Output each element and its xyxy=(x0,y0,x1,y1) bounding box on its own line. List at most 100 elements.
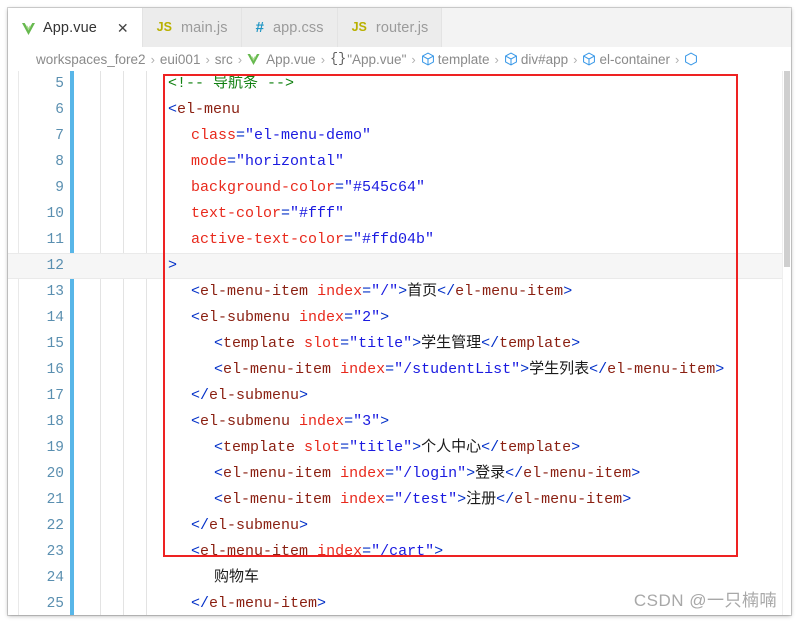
token-val: "#ffd04b" xyxy=(353,231,435,248)
code-line[interactable]: 10 text-color="#fff" xyxy=(8,201,791,227)
token-punct: < xyxy=(191,413,201,430)
close-icon[interactable]: ✕ xyxy=(117,21,129,35)
token-tag: template xyxy=(223,439,296,456)
token-tag: el-submenu xyxy=(200,413,291,430)
code-line[interactable]: 14 <el-submenu index="2"> xyxy=(8,305,791,331)
token-punct: = xyxy=(385,491,395,508)
code-text: mode="horizontal" xyxy=(191,149,344,175)
js-icon: JS xyxy=(156,20,172,35)
tab-router-js[interactable]: JS router.js xyxy=(337,8,443,47)
breadcrumb-item-app-vue-symbol[interactable]: {} "App.vue" xyxy=(330,52,406,67)
tab-main-js[interactable]: JS main.js xyxy=(142,8,242,47)
token-punct: < xyxy=(191,543,201,560)
code-text: <el-menu-item index="/studentList">学生列表<… xyxy=(214,357,724,383)
token-punct: < xyxy=(214,465,224,482)
line-number: 17 xyxy=(46,388,64,404)
token-attr: index xyxy=(340,491,386,508)
tab-label: App.vue xyxy=(43,19,97,36)
watermark: CSDN @一只楠喃 xyxy=(633,591,777,610)
line-number: 25 xyxy=(46,596,64,612)
breadcrumb: workspaces_fore2 › eui001 › src › App.vu… xyxy=(8,47,791,71)
code-text: <el-submenu index="3"> xyxy=(191,409,389,435)
line-number: 5 xyxy=(55,76,64,92)
token-punct: = xyxy=(385,361,395,378)
code-line[interactable]: 13 <el-menu-item index="/">首页</el-menu-it… xyxy=(8,279,791,305)
line-number: 20 xyxy=(46,466,64,482)
vertical-scrollbar[interactable] xyxy=(782,71,791,615)
token-text: 学生管理 xyxy=(421,335,482,352)
line-number: 14 xyxy=(46,310,64,326)
token-punct: </ xyxy=(191,387,210,404)
js-icon: JS xyxy=(351,20,367,35)
code-editor[interactable]: 5 <!-- 导航条 --> 6 <el-menu 7 class="el-menu-de… xyxy=(8,71,791,615)
token-punct: = xyxy=(281,205,291,222)
breadcrumb-item-src[interactable]: src xyxy=(215,52,233,67)
token-punct: < xyxy=(214,361,224,378)
tab-app-css[interactable]: # app.css xyxy=(241,8,338,47)
code-line[interactable]: 20 <el-menu-item index="/login">登录</el-me… xyxy=(8,461,791,487)
scrollbar-thumb[interactable] xyxy=(784,71,790,267)
line-number: 24 xyxy=(46,570,64,586)
code-line[interactable]: 23 <el-menu-item index="/cart"> xyxy=(8,539,791,565)
token-val: "/cart" xyxy=(371,543,435,560)
code-line[interactable]: 21 <el-menu-item index="/test">注册</el-men… xyxy=(8,487,791,513)
breadcrumb-separator: › xyxy=(675,51,680,67)
code-line[interactable]: 9 background-color="#545c64" xyxy=(8,175,791,201)
breadcrumb-item-div-app[interactable]: div#app xyxy=(504,52,568,67)
code-line[interactable]: 16 <el-menu-item index="/studentList">学生列… xyxy=(8,357,791,383)
token-punct: = xyxy=(385,465,395,482)
breadcrumb-item-template[interactable]: template xyxy=(421,52,489,67)
token-punct: </ xyxy=(437,283,456,300)
line-number: 22 xyxy=(46,518,64,534)
token-punct: </ xyxy=(496,491,515,508)
code-line[interactable]: 17 </el-submenu> xyxy=(8,383,791,409)
token-text: 个人中心 xyxy=(421,439,482,456)
code-line[interactable]: 18 <el-submenu index="3"> xyxy=(8,409,791,435)
line-number: 13 xyxy=(46,284,64,300)
code-line[interactable]: 15 <template slot="title">学生管理</template> xyxy=(8,331,791,357)
code-line[interactable]: 5 <!-- 导航条 --> xyxy=(8,71,791,97)
token-attr: background-color xyxy=(191,179,336,196)
code-line[interactable]: 7 class="el-menu-demo" xyxy=(8,123,791,149)
token-punct: = xyxy=(236,127,246,144)
token-text: 注册 xyxy=(466,491,497,508)
code-line[interactable]: 6 <el-menu xyxy=(8,97,791,123)
token-punct: > xyxy=(466,465,476,482)
code-text: <template slot="title">学生管理</template> xyxy=(214,331,580,357)
breadcrumb-item-app-vue[interactable]: App.vue xyxy=(247,52,316,67)
code-line[interactable]: 19 <template slot="title">个人中心</template> xyxy=(8,435,791,461)
token-punct: > xyxy=(299,517,309,534)
breadcrumb-item-truncated[interactable] xyxy=(684,52,700,66)
token-punct: < xyxy=(214,439,224,456)
vue-icon xyxy=(22,22,35,35)
line-number: 19 xyxy=(46,440,64,456)
code-text: <el-menu xyxy=(168,97,240,123)
code-line[interactable]: 11 active-text-color="#ffd04b" xyxy=(8,227,791,253)
breadcrumb-item-eui001[interactable]: eui001 xyxy=(160,52,201,67)
line-number: 8 xyxy=(55,154,64,170)
token-comment: <!-- 导航条 --> xyxy=(168,75,295,92)
token-punct: > xyxy=(622,491,632,508)
cube-icon xyxy=(582,52,597,66)
breadcrumb-item-el-container[interactable]: el-container xyxy=(582,52,670,67)
breadcrumb-item-workspaces_fore2[interactable]: workspaces_fore2 xyxy=(36,52,146,67)
tab-app-vue[interactable]: App.vue ✕ xyxy=(8,8,143,47)
code-text: class="el-menu-demo" xyxy=(191,123,371,149)
code-line[interactable]: 22 </el-submenu> xyxy=(8,513,791,539)
token-val: "#545c64" xyxy=(344,179,426,196)
token-punct: > xyxy=(412,439,422,456)
code-line[interactable]: 8 mode="horizontal" xyxy=(8,149,791,175)
breadcrumb-label: "App.vue" xyxy=(347,51,407,67)
line-number: 21 xyxy=(46,492,64,508)
token-punct: > xyxy=(631,465,641,482)
code-line[interactable]: 12 > xyxy=(8,253,791,279)
token-punct: < xyxy=(214,491,224,508)
token-attr: index xyxy=(340,361,386,378)
line-number: 23 xyxy=(46,544,64,560)
token-tag: el-menu-item xyxy=(223,361,332,378)
code-text: <template slot="title">个人中心</template> xyxy=(214,435,580,461)
